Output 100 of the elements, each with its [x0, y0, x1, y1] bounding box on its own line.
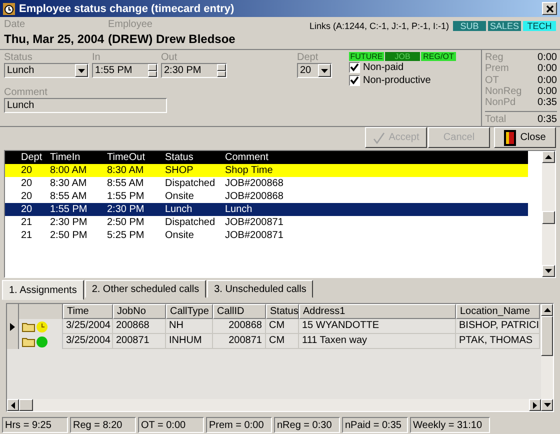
table-cell: INHUM: [166, 334, 213, 349]
timecard-row[interactable]: 20 1:55 PM 2:30 PM Lunch Lunch: [5, 203, 528, 216]
tab[interactable]: 1. Assignments: [2, 280, 84, 300]
total-label: Prem: [485, 63, 509, 75]
close-button[interactable]: [542, 2, 557, 15]
flag-badge: JOB: [385, 52, 420, 61]
links-text: Links (A:1244, C:-1, J:-1, P:-1, I:-1): [309, 21, 449, 31]
table-cell: 200868: [113, 319, 166, 334]
table-cell: 200868: [213, 319, 266, 334]
door-icon: [504, 130, 516, 146]
column-header: Status: [165, 151, 194, 164]
column-header: Status: [266, 304, 299, 319]
scrollbar[interactable]: [542, 151, 555, 277]
up-arrow-icon: [544, 308, 550, 312]
timecard-row[interactable]: 20 8:00 AM 8:30 AM SHOP Shop Time: [5, 164, 528, 177]
total-value: 0:35: [538, 97, 557, 108]
time-in-field[interactable]: 1:55 PM: [92, 63, 158, 78]
total-label: Reg: [485, 52, 504, 64]
column-header: Location_Name: [456, 304, 540, 319]
right-arrow-icon: [533, 402, 537, 408]
total-value: 0:35: [538, 114, 557, 126]
status-panel: Prem = 0:00: [206, 417, 272, 433]
timecard-row[interactable]: 20 8:55 AM 1:55 PM Onsite JOB#200868: [5, 190, 528, 203]
column-header: TimeOut: [107, 151, 146, 164]
table-cell: CM: [266, 334, 299, 349]
dept-dropdown[interactable]: 20: [297, 63, 332, 78]
table-cell: NH: [166, 319, 213, 334]
table-cell: 111 Taxen way: [299, 334, 456, 349]
column-header: CallType: [166, 304, 213, 319]
flag-badge: REG/OT: [421, 52, 456, 61]
window-title: Employee status change (timecard entry): [19, 2, 236, 14]
action-button[interactable]: Close: [494, 127, 556, 148]
status-panel: nReg = 0:30: [274, 417, 340, 433]
down-arrow-icon: [545, 269, 552, 273]
scroll-thumb[interactable]: [541, 316, 553, 356]
scroll-thumb[interactable]: [542, 211, 555, 224]
column-header: CallID: [213, 304, 266, 319]
in-label: In: [92, 52, 102, 63]
column-header: TimeIn: [50, 151, 82, 164]
column-header: Address1: [299, 304, 456, 319]
table-cell: 3/25/2004: [63, 334, 113, 349]
total-label: NonReg: [485, 86, 522, 98]
table-cell: CM: [266, 319, 299, 334]
status-panel: nPaid = 0:35: [342, 417, 408, 433]
scrollbar[interactable]: [7, 399, 541, 411]
clock-icon: [3, 2, 15, 14]
status-dropdown[interactable]: Lunch: [4, 63, 89, 78]
folder-icon: [22, 321, 35, 332]
scroll-thumb[interactable]: [19, 399, 33, 411]
date-value: Thu, Mar 25, 2004: [4, 32, 106, 46]
employee-label: Employee: [108, 19, 154, 30]
table-cell: 3/25/2004: [63, 319, 113, 334]
status-panel: Weekly = 31:10: [410, 417, 490, 433]
total-value: 0:00: [538, 63, 557, 75]
table-cell: 200871: [213, 334, 266, 349]
check-icon: [372, 132, 385, 144]
tab[interactable]: 2. Other scheduled calls: [84, 280, 206, 298]
comment-field[interactable]: Lunch: [4, 98, 167, 113]
dept-label: Dept: [297, 52, 320, 63]
out-label: Out: [161, 52, 178, 63]
left-arrow-icon: [11, 402, 15, 408]
caret-icon: [78, 68, 85, 72]
timecard-row[interactable]: 21 2:30 PM 2:50 PM Dispatched JOB#200871: [5, 216, 528, 229]
column-header: JobNo: [113, 304, 166, 319]
status-panel: OT = 0:00: [138, 417, 204, 433]
time-out-field[interactable]: 2:30 PM: [161, 63, 227, 78]
role-badge: SALES: [488, 21, 521, 31]
table-cell: 200871: [113, 334, 166, 349]
total-label: Total: [485, 114, 506, 126]
total-label: NonPd: [485, 97, 516, 108]
column-header: Dept: [21, 151, 44, 164]
caret-icon: [321, 68, 328, 72]
column-header: Time: [63, 304, 113, 319]
employee-value: (DREW) Drew Bledsoe: [108, 32, 236, 46]
tab[interactable]: 3. Unscheduled calls: [207, 280, 314, 298]
timecard-row[interactable]: 21 2:50 PM 5:25 PM Onsite JOB#200871: [5, 229, 528, 242]
folder-icon: [22, 336, 35, 347]
table-cell: 15 WYANDOTTE: [299, 319, 456, 334]
checkbox[interactable]: Non-paid: [349, 61, 456, 74]
status-panel: Reg = 8:20: [70, 417, 136, 433]
role-badge: SUB: [453, 21, 486, 31]
total-value: 0:00: [538, 86, 557, 98]
total-value: 0:00: [538, 74, 557, 86]
date-label: Date: [4, 19, 26, 30]
checkbox[interactable]: Non-productive: [349, 74, 456, 87]
pointer-icon: [10, 322, 15, 330]
timecard-row[interactable]: 20 8:30 AM 8:55 AM Dispatched JOB#200868: [5, 177, 528, 190]
table-cell: PTAK, THOMAS: [456, 334, 540, 349]
status-label: Status: [4, 52, 34, 63]
flag-badge: FUTURE: [349, 52, 384, 61]
comment-label: Comment: [4, 87, 48, 98]
scrollbar[interactable]: [541, 304, 553, 411]
assignment-row[interactable]: 3/25/2004 200871 INHUM 200871 CM 111 Taxen way PTAK, THOMAS: [7, 334, 541, 349]
assignment-row[interactable]: 3/25/2004 200868 NH 200868 CM 15 WYANDOTTE BISHOP, PATRICI: [7, 319, 541, 334]
column-header: Comment: [225, 151, 270, 164]
up-arrow-icon: [545, 155, 552, 159]
close-icon: [546, 4, 554, 12]
role-badge: TECH: [523, 21, 556, 31]
total-label: OT: [485, 74, 499, 86]
down-arrow-icon: [544, 403, 550, 407]
